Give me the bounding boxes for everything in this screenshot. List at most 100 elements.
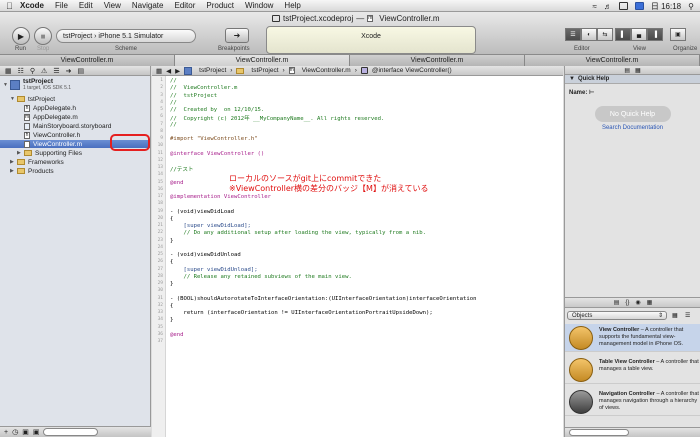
code-line[interactable]: [super viewDidLoad]; bbox=[170, 223, 250, 229]
scheme-selector[interactable]: tstProject › iPhone 5.1 Simulator bbox=[56, 29, 196, 43]
wifi-icon[interactable]: ≈ bbox=[593, 2, 597, 11]
crumb-group[interactable]: tstProject bbox=[251, 67, 278, 74]
stop-button[interactable]: ■ bbox=[34, 27, 52, 45]
search-nav-icon[interactable]: ⚲ bbox=[30, 67, 35, 75]
code-line[interactable]: #import "ViewController.h" bbox=[170, 136, 258, 142]
menu-edit[interactable]: Edit bbox=[79, 1, 93, 10]
code-line[interactable]: // Release any retained subviews of the … bbox=[170, 274, 351, 280]
battery-icon[interactable] bbox=[618, 2, 628, 10]
tab-2[interactable]: ViewController.m bbox=[175, 55, 350, 66]
group-frameworks[interactable]: ▶ Frameworks bbox=[10, 158, 64, 166]
group-supporting-files[interactable]: ▶ Supporting Files bbox=[17, 149, 82, 157]
source-editor[interactable]: ▦ ◀ ▶ tstProject › tstProject › m ViewCo… bbox=[152, 66, 563, 437]
code-line[interactable]: // Do any additional setup after loading… bbox=[170, 230, 425, 236]
tab-3[interactable]: ViewController.m bbox=[350, 55, 525, 66]
input-method-icon[interactable] bbox=[634, 2, 644, 10]
code-line[interactable]: @end bbox=[170, 332, 183, 338]
related-items-icon[interactable]: ▦ bbox=[156, 67, 162, 75]
assistant-editor-button[interactable]: ◐ bbox=[581, 28, 597, 41]
code-line[interactable]: return (interfaceOrientation != UIInterf… bbox=[170, 310, 432, 316]
run-button[interactable]: ▶ bbox=[12, 27, 30, 45]
library-search-field[interactable] bbox=[569, 429, 629, 436]
breakpoints-button[interactable]: ➜ bbox=[225, 28, 249, 43]
library-filter-select[interactable]: Objects ⇕ bbox=[567, 311, 667, 320]
group-tstproject[interactable]: ▼ tstProject bbox=[10, 95, 55, 103]
navigator-toggle-button[interactable]: ▌ bbox=[615, 28, 631, 41]
code-line[interactable]: // Copyright (c) 2012年 __MyCompanyName__… bbox=[170, 114, 384, 122]
object-library-icon[interactable]: ◉ bbox=[635, 299, 640, 306]
project-nav-icon[interactable]: ▦ bbox=[5, 67, 12, 75]
tab-1[interactable]: ViewController.m bbox=[0, 55, 175, 66]
debug-toggle-button[interactable]: ▄ bbox=[631, 28, 647, 41]
file-template-icon[interactable]: ▤ bbox=[614, 299, 620, 306]
file-item-storyboard[interactable]: MainStoryboard.storyboard bbox=[24, 122, 111, 130]
code-snippet-icon[interactable]: {} bbox=[625, 300, 629, 306]
code-line[interactable]: - (void)viewDidLoad bbox=[170, 209, 234, 215]
debug-nav-icon[interactable]: ☰ bbox=[53, 67, 59, 75]
quick-help-inspector-icon[interactable]: ▦ bbox=[635, 67, 641, 74]
code-line[interactable]: - (void)viewDidUnload bbox=[170, 252, 241, 258]
menu-help[interactable]: Help bbox=[284, 1, 300, 10]
filter-icon[interactable]: ▣ bbox=[33, 428, 40, 436]
code-line[interactable]: // bbox=[170, 100, 177, 106]
forward-icon[interactable]: ▶ bbox=[175, 67, 180, 75]
code-line[interactable]: } bbox=[170, 317, 173, 323]
code-line[interactable]: { bbox=[170, 259, 173, 265]
back-icon[interactable]: ◀ bbox=[166, 67, 171, 75]
disclosure-icon[interactable]: ▶ bbox=[10, 168, 17, 174]
library-item-navigation-controller[interactable]: Navigation Controller – A controller tha… bbox=[565, 388, 700, 416]
menu-window[interactable]: Window bbox=[245, 1, 273, 10]
grid-view-icon[interactable]: ▦ bbox=[672, 312, 678, 319]
apple-icon[interactable]:  bbox=[6, 1, 20, 11]
log-nav-icon[interactable]: ▤ bbox=[77, 67, 84, 75]
search-documentation-link[interactable]: Search Documentation bbox=[565, 125, 700, 131]
code-line[interactable]: // bbox=[170, 122, 177, 128]
tab-4[interactable]: ViewController.m bbox=[525, 55, 700, 66]
code-line[interactable]: { bbox=[170, 303, 173, 309]
group-products[interactable]: ▶ Products bbox=[10, 167, 54, 175]
code-line[interactable]: [super viewDidUnload]; bbox=[170, 267, 257, 273]
code-line[interactable]: @implementation ViewController bbox=[170, 194, 271, 200]
code-line[interactable]: // ViewController.m bbox=[170, 85, 237, 91]
project-root[interactable]: ▼ tstProject 1 target, iOS SDK 5.1 bbox=[3, 78, 71, 91]
code-line[interactable]: // Created by on 12/10/15. bbox=[170, 107, 264, 113]
file-item-viewcontroller-h[interactable]: h ViewController.h bbox=[24, 131, 80, 139]
menu-file[interactable]: File bbox=[55, 1, 68, 10]
list-view-icon[interactable]: ☰ bbox=[685, 312, 690, 319]
recent-filter-icon[interactable]: ◷ bbox=[12, 428, 18, 436]
crumb-project[interactable]: tstProject bbox=[199, 67, 226, 74]
code-area[interactable]: //// ViewController.m// tstProject//// C… bbox=[170, 76, 563, 437]
utilities-toggle-button[interactable]: ▐ bbox=[647, 28, 663, 41]
code-line[interactable]: //テスト bbox=[170, 165, 194, 173]
organizer-button[interactable]: ▣ bbox=[670, 28, 686, 41]
standard-editor-button[interactable]: ☰ bbox=[565, 28, 581, 41]
code-line[interactable]: @end bbox=[170, 180, 183, 186]
menu-view[interactable]: View bbox=[104, 1, 121, 10]
crumb-file[interactable]: ViewController.m bbox=[302, 67, 351, 74]
code-line[interactable]: // tstProject bbox=[170, 93, 217, 99]
disclosure-icon[interactable]: ▶ bbox=[17, 150, 24, 156]
menu-editor[interactable]: Editor bbox=[174, 1, 195, 10]
library-item-view-controller[interactable]: View Controller – A controller that supp… bbox=[565, 324, 700, 352]
clock[interactable]: 日 16:18 bbox=[651, 1, 681, 12]
code-line[interactable]: // bbox=[170, 78, 177, 84]
code-line[interactable]: - (BOOL)shouldAutorotateToInterfaceOrien… bbox=[170, 296, 476, 302]
file-item-appdelegate-m[interactable]: m AppDelegate.m bbox=[24, 113, 78, 121]
breakpoint-nav-icon[interactable]: ➜ bbox=[66, 67, 72, 75]
disclosure-icon[interactable]: ▼ bbox=[3, 82, 10, 88]
code-line[interactable]: @interface ViewController () bbox=[170, 151, 264, 157]
code-line[interactable]: } bbox=[170, 281, 173, 287]
library-item-table-view-controller[interactable]: Table View Controller – A controller tha… bbox=[565, 356, 700, 384]
navigator-filter-field[interactable] bbox=[43, 428, 99, 436]
issue-nav-icon[interactable]: ⚠ bbox=[41, 67, 47, 75]
quick-help-header[interactable]: ▼ Quick Help bbox=[565, 75, 700, 84]
add-icon[interactable]: + bbox=[4, 429, 8, 436]
disclosure-icon[interactable]: ▼ bbox=[10, 96, 17, 102]
file-inspector-icon[interactable]: ▤ bbox=[624, 67, 630, 74]
scm-filter-icon[interactable]: ▣ bbox=[22, 428, 29, 436]
menu-navigate[interactable]: Navigate bbox=[132, 1, 164, 10]
file-item-appdelegate-h[interactable]: h AppDelegate.h bbox=[24, 104, 76, 112]
menu-product[interactable]: Product bbox=[206, 1, 234, 10]
version-editor-button[interactable]: ⇆ bbox=[597, 28, 613, 41]
spotlight-icon[interactable]: ⚲ bbox=[688, 2, 694, 11]
